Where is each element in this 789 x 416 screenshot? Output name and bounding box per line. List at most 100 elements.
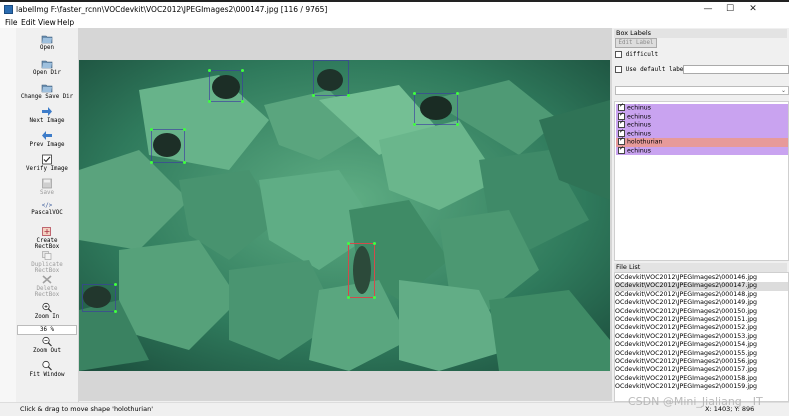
- label-item-text: echinus: [627, 121, 651, 129]
- file-list-item[interactable]: OCdevkit\VOC2012\JPEGImages2\000151.jpg: [615, 316, 788, 324]
- bbox-handle[interactable]: [241, 100, 244, 103]
- use-default-label-checkbox[interactable]: [615, 66, 622, 73]
- label-list-item[interactable]: echinus: [616, 102, 788, 113]
- underwater-image[interactable]: [79, 60, 610, 371]
- bbox-handle[interactable]: [114, 283, 117, 286]
- zoom-in-button[interactable]: Zoom In: [16, 302, 78, 320]
- bbox-echinus[interactable]: [413, 92, 459, 126]
- zoom-fit-icon: [42, 360, 52, 371]
- file-list-item-selected[interactable]: OCdevkit\VOC2012\JPEGImages2\000147.jpg: [615, 282, 788, 291]
- file-list-header: File List: [614, 263, 787, 272]
- delete-rectbox-button[interactable]: Delete RectBox: [16, 274, 78, 298]
- file-list: OCdevkit\VOC2012\JPEGImages2\000146.jpg …: [614, 272, 789, 402]
- bbox-handle[interactable]: [183, 128, 186, 131]
- verify-image-button[interactable]: Verify Image: [16, 154, 78, 172]
- bbox-handle[interactable]: [373, 242, 376, 245]
- menu-edit[interactable]: Edit: [21, 18, 36, 27]
- folder-open-icon: [41, 60, 53, 69]
- bbox-handle[interactable]: [373, 296, 376, 299]
- label-list-item[interactable]: echinus: [616, 128, 788, 138]
- file-list-item[interactable]: OCdevkit\VOC2012\JPEGImages2\000150.jpg: [615, 308, 788, 316]
- check-icon[interactable]: [618, 145, 625, 154]
- next-image-button[interactable]: Next Image: [16, 106, 78, 124]
- zoom-value-field[interactable]: 36 %: [17, 325, 77, 335]
- zoom-in-label: Zoom In: [34, 314, 60, 320]
- file-list-item[interactable]: OCdevkit\VOC2012\JPEGImages2\000153.jpg: [615, 333, 788, 341]
- underwater-rocks-photo: [79, 60, 610, 371]
- bbox-echinus[interactable]: [208, 69, 244, 103]
- label-list-item[interactable]: holothurian: [616, 136, 788, 147]
- chevron-down-icon: ⌄: [780, 87, 786, 94]
- zoom-in-icon: [42, 302, 52, 313]
- bbox-echinus[interactable]: [150, 128, 186, 164]
- label-list-item[interactable]: echinus: [616, 145, 788, 155]
- label-list-item[interactable]: echinus: [616, 111, 788, 121]
- create-box-icon: [42, 227, 51, 236]
- menu-view[interactable]: View: [38, 18, 56, 27]
- minimize-button[interactable]: —: [697, 3, 719, 16]
- bbox-handle[interactable]: [347, 242, 350, 245]
- fit-window-button[interactable]: Fit Window: [16, 360, 78, 378]
- bbox-handle[interactable]: [456, 92, 459, 95]
- zoom-out-icon: [42, 336, 52, 347]
- open-label: Open: [40, 45, 54, 51]
- difficult-label: difficult: [625, 51, 659, 58]
- file-list-item[interactable]: OCdevkit\VOC2012\JPEGImages2\000159.jpg: [615, 383, 788, 391]
- file-list-item[interactable]: OCdevkit\VOC2012\JPEGImages2\000152.jpg: [615, 324, 788, 332]
- label-list-item[interactable]: echinus: [616, 119, 788, 130]
- file-list-item[interactable]: OCdevkit\VOC2012\JPEGImages2\000154.jpg: [615, 341, 788, 349]
- menu-help[interactable]: Help: [57, 18, 74, 27]
- file-list-item[interactable]: OCdevkit\VOC2012\JPEGImages2\000146.jpg: [615, 274, 788, 282]
- difficult-checkbox[interactable]: [615, 51, 622, 58]
- bbox-handle[interactable]: [456, 123, 459, 126]
- difficult-checkbox-row[interactable]: difficult: [615, 51, 658, 58]
- maximize-button[interactable]: ☐: [719, 3, 741, 16]
- close-button[interactable]: ✕: [742, 3, 764, 16]
- bbox-handle[interactable]: [241, 69, 244, 72]
- arrow-right-icon: [42, 107, 52, 116]
- file-list-item[interactable]: OCdevkit\VOC2012\JPEGImages2\000158.jpg: [615, 375, 788, 383]
- prev-image-button[interactable]: Prev Image: [16, 130, 78, 148]
- bbox-echinus[interactable]: [82, 283, 117, 313]
- file-list-item[interactable]: OCdevkit\VOC2012\JPEGImages2\000149.jpg: [615, 299, 788, 307]
- bbox-holothurian[interactable]: [347, 242, 376, 299]
- labelimg-app-icon: [4, 5, 13, 14]
- open-button[interactable]: Open: [16, 33, 78, 51]
- use-default-label-row[interactable]: Use default label: [615, 66, 687, 73]
- format-pascalvoc-button[interactable]: </> PascalVOC: [16, 202, 78, 216]
- zoom-out-button[interactable]: Zoom Out: [16, 336, 78, 354]
- bbox-handle[interactable]: [183, 161, 186, 164]
- bbox-handle[interactable]: [347, 94, 350, 97]
- default-label-input[interactable]: [683, 65, 789, 74]
- next-image-label: Next Image: [29, 118, 65, 124]
- bbox-handle[interactable]: [413, 92, 416, 95]
- edit-label-button[interactable]: Edit Label: [615, 38, 657, 48]
- label-combo-box[interactable]: ⌄: [615, 86, 789, 95]
- file-list-item[interactable]: OCdevkit\VOC2012\JPEGImages2\000155.jpg: [615, 350, 788, 358]
- format-label: PascalVOC: [31, 210, 63, 216]
- bbox-handle[interactable]: [150, 161, 153, 164]
- bbox-echinus[interactable]: [312, 60, 350, 97]
- file-list-item[interactable]: OCdevkit\VOC2012\JPEGImages2\000157.jpg: [615, 366, 788, 374]
- label-list: echinus echinus echinus echinus holothur…: [614, 101, 789, 261]
- bbox-handle[interactable]: [150, 128, 153, 131]
- box-labels-header: Box Labels: [614, 29, 787, 38]
- bbox-handle[interactable]: [114, 310, 117, 313]
- label-item-text: echinus: [627, 130, 651, 137]
- bbox-handle[interactable]: [208, 69, 211, 72]
- menu-file[interactable]: File: [5, 18, 18, 27]
- bbox-handle[interactable]: [413, 123, 416, 126]
- open-dir-button[interactable]: Open Dir: [16, 58, 78, 76]
- bbox-handle[interactable]: [208, 100, 211, 103]
- prev-image-label: Prev Image: [29, 142, 65, 148]
- file-list-item[interactable]: OCdevkit\VOC2012\JPEGImages2\000148.jpg: [615, 291, 788, 299]
- bbox-handle[interactable]: [312, 94, 315, 97]
- change-save-dir-button[interactable]: Change Save Dir: [16, 82, 78, 100]
- duplicate-rectbox-button[interactable]: Duplicate RectBox: [16, 250, 78, 274]
- bbox-handle[interactable]: [347, 296, 350, 299]
- file-list-item[interactable]: OCdevkit\VOC2012\JPEGImages2\000156.jpg: [615, 358, 788, 366]
- menu-bar: File Edit View Help: [0, 17, 789, 28]
- create-rectbox-button[interactable]: Create RectBox: [16, 226, 78, 250]
- code-format-icon: </>: [41, 203, 53, 209]
- save-button[interactable]: Save: [16, 178, 78, 196]
